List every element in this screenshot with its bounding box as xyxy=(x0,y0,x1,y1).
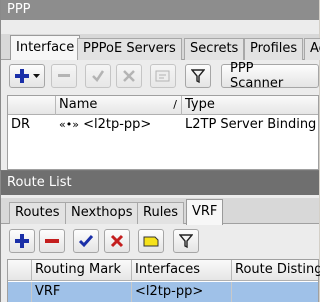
disable-button[interactable] xyxy=(116,64,142,88)
flag-cell: DR xyxy=(11,117,31,132)
tab-secrets[interactable]: Secrets xyxy=(184,38,245,60)
ppp-tab-bar: Interface PPPoE Servers Secrets Profiles… xyxy=(1,34,320,61)
funnel-icon xyxy=(191,69,205,84)
route-toolbar xyxy=(1,225,319,257)
add-button[interactable] xyxy=(9,64,45,88)
ppp-table-header: Name / Type xyxy=(8,96,318,115)
check-icon xyxy=(78,235,94,248)
enable-button[interactable] xyxy=(73,229,99,253)
enable-button[interactable] xyxy=(85,64,111,88)
route-distinguisher-cell xyxy=(232,282,320,302)
column-resize-icon: / xyxy=(173,98,177,111)
interfaces-cell: <l2tp-pp> xyxy=(132,282,232,302)
tab-accounting[interactable]: Ac xyxy=(304,38,320,60)
interface-icon: «•» xyxy=(59,118,79,131)
check-icon xyxy=(92,70,105,82)
ppp-window: PPP Interface PPPoE Servers Secrets Prof… xyxy=(0,0,320,170)
tab-routes[interactable]: Routes xyxy=(9,202,66,224)
name-column-header[interactable]: Name / xyxy=(56,96,182,115)
funnel-icon xyxy=(179,234,193,249)
tab-pppoe-servers[interactable]: PPPoE Servers xyxy=(77,38,182,60)
plus-icon xyxy=(15,69,40,83)
type-cell: L2TP Server Binding xyxy=(185,117,317,132)
filter-button[interactable] xyxy=(173,229,199,253)
name-column-label: Name xyxy=(59,97,98,112)
route-tab-bar: Routes Nexthops Rules VRF xyxy=(1,198,319,225)
plus-icon xyxy=(15,234,29,248)
routing-mark-column-header[interactable]: Routing Mark xyxy=(32,260,132,281)
tab-nexthops[interactable]: Nexthops xyxy=(65,202,139,224)
note-icon xyxy=(155,70,170,82)
minus-icon xyxy=(45,239,59,243)
comment-button[interactable] xyxy=(138,229,164,253)
tab-vrf[interactable]: VRF xyxy=(186,199,224,225)
minus-icon xyxy=(58,74,70,77)
tab-interface[interactable]: Interface xyxy=(10,35,81,61)
route-distinguisher-column-header[interactable]: Route Distingu xyxy=(232,260,320,281)
ppp-scanner-label: PPP Scanner xyxy=(230,61,284,91)
vrf-table-header: Routing Mark Interfaces Route Distingu xyxy=(8,260,320,281)
x-icon xyxy=(110,234,124,248)
remove-button[interactable] xyxy=(51,64,77,88)
ppp-toolbar: PPP Scanner xyxy=(1,60,319,92)
flag-cell xyxy=(8,282,32,302)
interfaces-column-header[interactable]: Interfaces xyxy=(132,260,232,281)
disable-button[interactable] xyxy=(104,229,130,253)
routing-mark-cell: VRF xyxy=(32,282,132,302)
name-value: <l2tp-pp> xyxy=(83,117,152,132)
table-row[interactable]: VRF <l2tp-pp> xyxy=(8,282,318,302)
flag-column-header[interactable] xyxy=(8,96,56,115)
remove-button[interactable] xyxy=(39,229,65,253)
name-cell: «•» <l2tp-pp> xyxy=(56,116,182,134)
flag-column-header[interactable] xyxy=(8,260,32,281)
note-icon xyxy=(143,236,159,247)
ppp-interface-table: Name / Type DR «•» <l2tp-pp> L2TP Server… xyxy=(7,95,319,170)
x-icon xyxy=(123,70,135,82)
tab-profiles[interactable]: Profiles xyxy=(244,38,304,60)
type-column-header[interactable]: Type xyxy=(182,96,320,115)
add-button[interactable] xyxy=(9,229,35,253)
route-list-window: Route List Routes Nexthops Rules VRF Rou… xyxy=(0,170,320,302)
vrf-table: Routing Mark Interfaces Route Distingu V… xyxy=(7,259,320,302)
comment-button[interactable] xyxy=(150,64,176,88)
route-list-title: Route List xyxy=(1,171,319,195)
filter-button[interactable] xyxy=(185,64,211,88)
ppp-window-title: PPP xyxy=(1,0,319,20)
tab-rules[interactable]: Rules xyxy=(137,202,185,224)
ppp-scanner-button[interactable]: PPP Scanner xyxy=(221,61,319,91)
table-row[interactable]: DR «•» <l2tp-pp> L2TP Server Binding xyxy=(8,116,318,134)
